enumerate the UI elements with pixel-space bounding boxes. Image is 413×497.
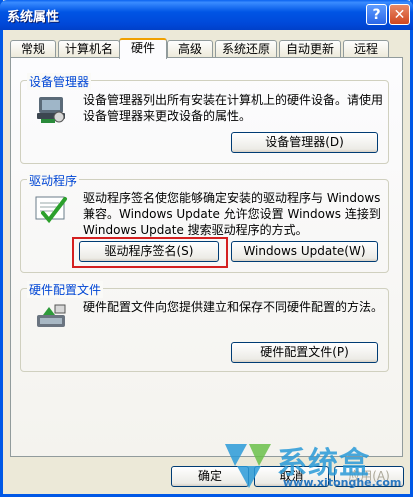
- drivers-group-label: 驱动程序: [27, 172, 80, 189]
- windows-update-button[interactable]: Windows Update(W): [231, 241, 378, 262]
- tab-automatic-updates[interactable]: 自动更新: [279, 40, 341, 58]
- device-manager-group-label: 设备管理器: [27, 73, 92, 90]
- hardware-tab-panel: 设备管理器 设备管理器列出所有安装在计算机上的硬件设备。请使用设备管理器来更改设…: [10, 57, 403, 457]
- help-button[interactable]: ?: [366, 4, 387, 25]
- system-properties-window: 系统属性 ? ✕ 常规 计算机名 硬件 高级 系统还原 自动更新 远程 设备管理…: [0, 0, 413, 497]
- tab-system-restore[interactable]: 系统还原: [215, 40, 277, 58]
- driver-signing-icon: [35, 196, 67, 224]
- drivers-description: 驱动程序签名使您能够确定安装的驱动程序与 Windows 兼容。Windows …: [83, 191, 381, 237]
- device-manager-icon: [37, 97, 65, 123]
- device-manager-description: 设备管理器列出所有安装在计算机上的硬件设备。请使用设备管理器来更改设备的属性。: [83, 93, 384, 123]
- watermark-logo-icon: [225, 444, 271, 488]
- hardware-profile-icon: [37, 304, 66, 327]
- tab-computer-name[interactable]: 计算机名: [58, 40, 120, 58]
- tab-general[interactable]: 常规: [10, 40, 56, 58]
- hardware-profiles-group: 硬件配置文件 硬件配置文件向您提供建立和保存不同硬件配置的方法。 硬件配置文件(…: [20, 281, 389, 372]
- close-button[interactable]: ✕: [389, 4, 410, 25]
- tab-remote[interactable]: 远程: [343, 40, 389, 58]
- title-bar[interactable]: 系统属性 ? ✕: [0, 0, 413, 30]
- device-manager-group: 设备管理器 设备管理器列出所有安装在计算机上的硬件设备。请使用设备管理器来更改设…: [20, 73, 389, 164]
- watermark: 系统盒 www.xitonghe.com: [221, 436, 411, 491]
- hardware-profiles-group-label: 硬件配置文件: [27, 281, 104, 298]
- tab-hardware[interactable]: 硬件: [119, 38, 167, 59]
- hardware-profiles-description: 硬件配置文件向您提供建立和保存不同硬件配置的方法。: [83, 300, 384, 314]
- highlight-box: [72, 237, 228, 268]
- window-title: 系统属性: [7, 10, 60, 25]
- watermark-url: www.xitonghe.com: [283, 476, 402, 489]
- tab-advanced[interactable]: 高级: [167, 40, 213, 58]
- device-manager-button[interactable]: 设备管理器(D): [231, 132, 378, 153]
- hardware-profiles-button[interactable]: 硬件配置文件(P): [231, 342, 378, 363]
